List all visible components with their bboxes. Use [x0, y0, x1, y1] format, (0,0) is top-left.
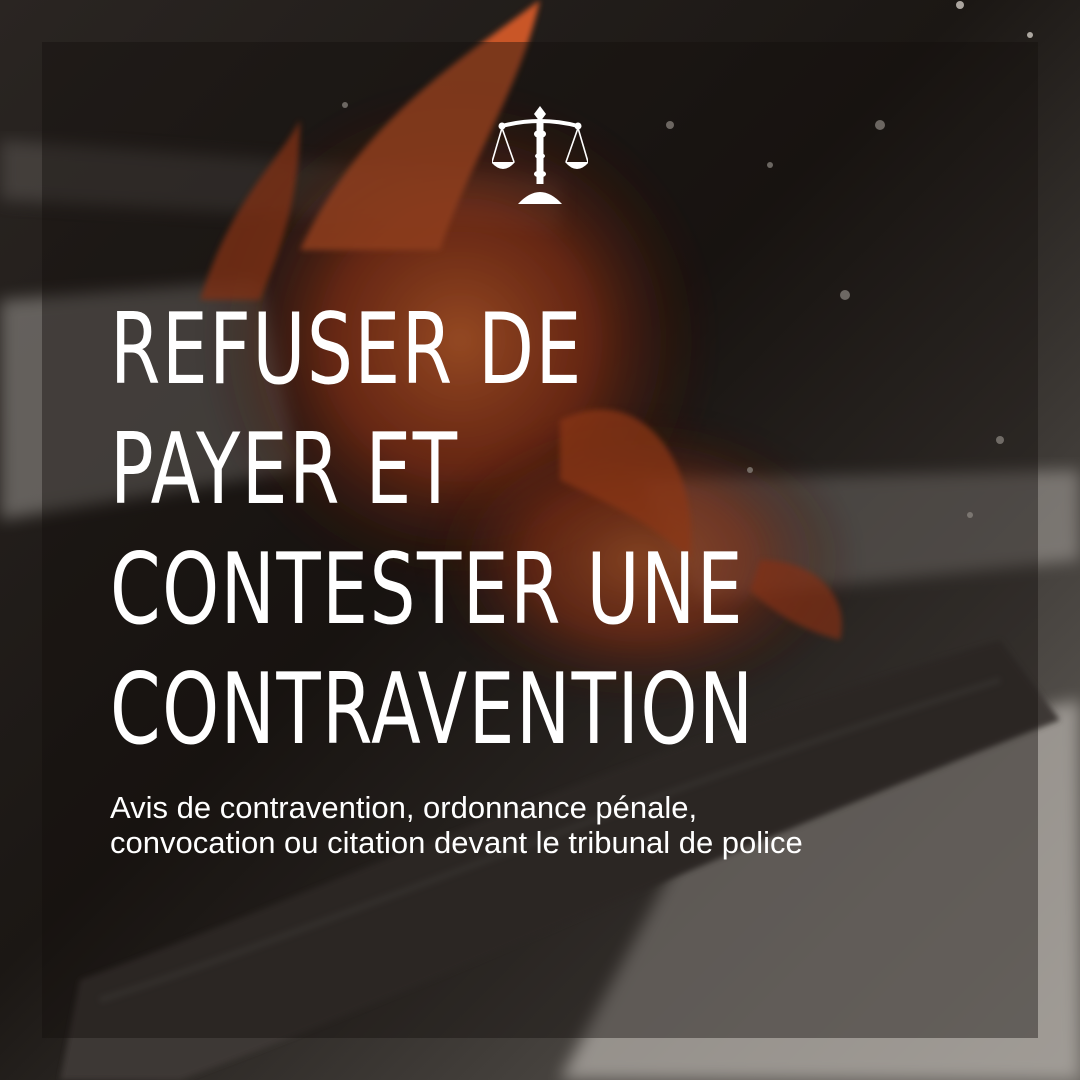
headline-line-3: CONTESTER UNE — [110, 533, 745, 647]
subtitle-line-2: convocation ou citation devant le tribun… — [110, 825, 803, 860]
subtitle: Avis de contravention, ordonnance pénale… — [110, 790, 1010, 860]
headline-line-2: PAYER ET — [110, 413, 459, 527]
headline-line-4: CONTRAVENTION — [110, 653, 755, 767]
headline-title: REFUSER DE PAYER ET CONTESTER UNE CONTRA… — [110, 290, 776, 770]
subtitle-line-1: Avis de contravention, ordonnance pénale… — [110, 790, 698, 825]
headline-line-1: REFUSER DE — [110, 293, 583, 407]
scales-of-justice-icon — [492, 106, 588, 204]
